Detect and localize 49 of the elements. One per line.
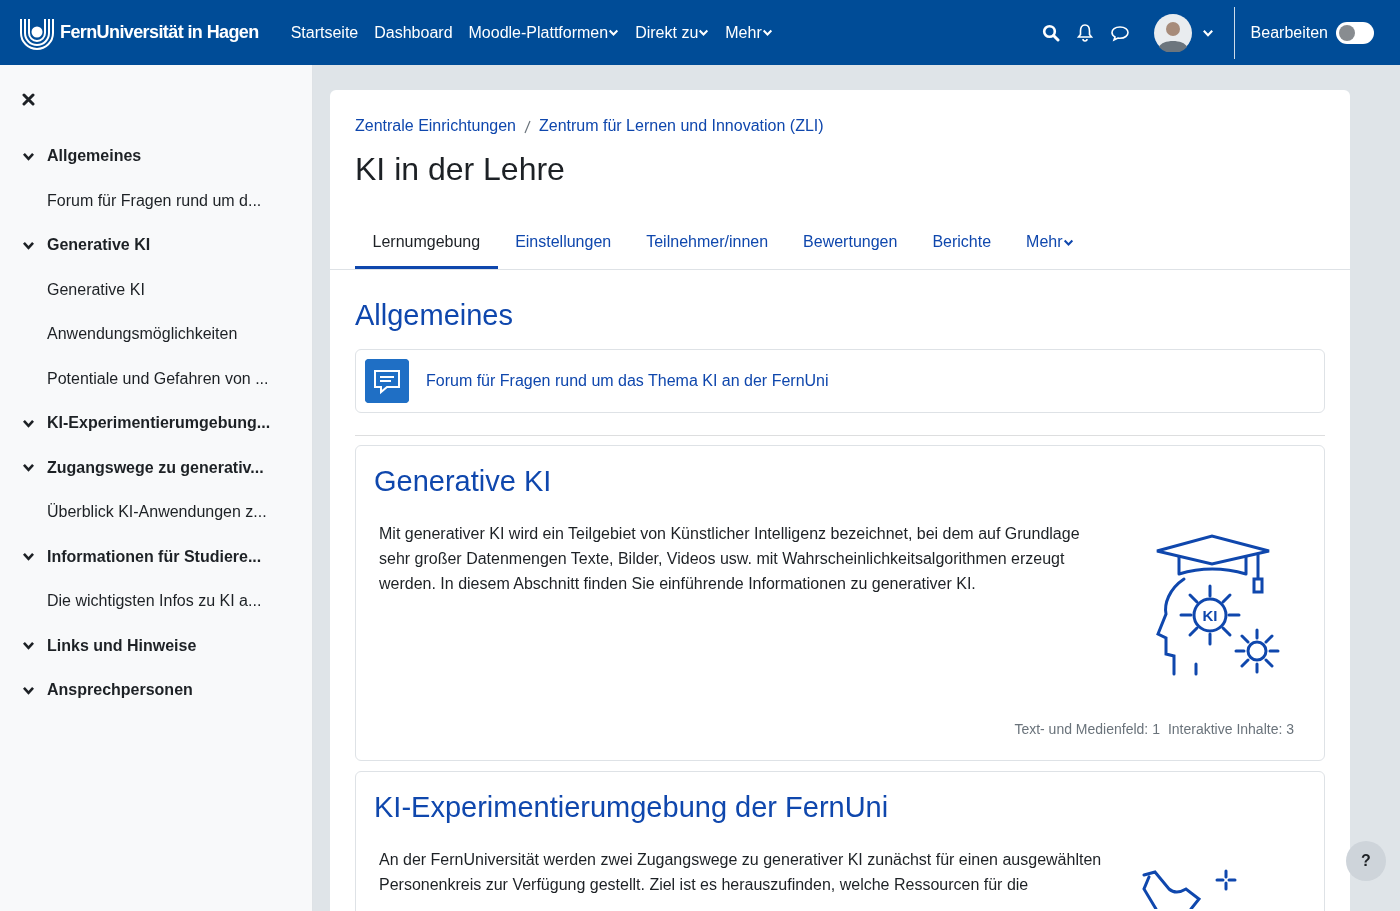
section-title: KI-Experimentierumgebung der FernUni	[374, 790, 890, 825]
tab[interactable]: Einstellungen	[497, 218, 629, 270]
nav-link[interactable]: Direkt zu	[635, 20, 710, 45]
chevron-icon[interactable]	[22, 461, 35, 475]
activity-link[interactable]: Generative KI	[0, 267, 312, 312]
activity-count: Interaktive Inhalte: 3	[1167, 720, 1294, 739]
help-button[interactable]: ?	[1346, 841, 1386, 881]
tab[interactable]: Berichte	[914, 218, 1009, 270]
forum-icon	[365, 359, 409, 404]
breadcrumb-link[interactable]: Zentrum für Lernen und Innovation (ZLI)	[539, 114, 824, 138]
nav-link[interactable]: Mehr	[725, 20, 773, 45]
activity-link[interactable]: Forum für Fragen rund um das Thema KI an der FernUni	[426, 369, 829, 394]
tab[interactable]: Bewertungen	[785, 218, 915, 270]
nav-link[interactable]: Dashboard	[374, 20, 453, 45]
activity-link[interactable]: Die wichtigsten Infos zu KI a...	[0, 579, 312, 624]
activity-link[interactable]: Forum für Fragen rund um d...	[0, 178, 312, 223]
brand-name[interactable]: FernUniversität in Hagen	[60, 19, 259, 46]
chevron-icon[interactable]	[22, 639, 35, 653]
activity-link[interactable]: Überblick KI-Anwendungen z...	[0, 490, 312, 535]
nav-link[interactable]: Startseite	[290, 20, 359, 45]
section-link[interactable]: Zugangswege zu generativ...	[0, 445, 312, 490]
tab[interactable]: Teilnehmer/innen	[628, 218, 786, 270]
activity-link[interactable]: Potentiale und Gefahren von ...	[0, 356, 312, 401]
section-link[interactable]: Links und Hinweise	[0, 623, 312, 668]
section-link[interactable]: Informationen für Studiere...	[0, 534, 312, 579]
bell-icon[interactable]	[1075, 23, 1094, 42]
section-summary: An der FernUniversität werden zwei Zugangswege zu generativer KI zunächst für einen ausgewählten Personenkreis zur Verfügung gestellt. Ziel ist es herauszufinden, welche Ressourcen für die	[378, 849, 1103, 895]
section-link[interactable]: Ansprechpersonen	[0, 668, 312, 713]
section-summary: Mit generativer KI wird ein Teilgebiet von Künstlicher Intelligenz bezeichnet, bei dem auf Grundlage sehr großer Datenmengen Texte, Bilder, Videos usw. mit Wahrscheinlichkeitsalgorithmen erzeugt werden. In diesem Abschnitt finden Sie einführende Informationen zu generativer KI.	[378, 524, 1081, 594]
activity-count: Text- und Medienfeld: 1	[1014, 720, 1160, 739]
chat-icon[interactable]	[1109, 23, 1130, 42]
nav-link[interactable]: Moodle-Plattformen	[468, 20, 620, 45]
page-title: KI in der Lehre	[355, 150, 566, 189]
edit-mode-label: Bearbeiten	[1250, 22, 1328, 43]
tab[interactable]: Lernumgebung	[355, 218, 498, 270]
activity-link[interactable]: Anwendungsmöglichkeiten	[0, 312, 312, 357]
section-title: Generative KI	[374, 464, 553, 499]
close-icon[interactable]	[22, 93, 35, 107]
chevron-icon[interactable]	[22, 550, 35, 564]
section-link[interactable]: Allgemeines	[0, 134, 312, 179]
search-icon[interactable]	[1041, 23, 1060, 42]
section-title: Allgemeines	[355, 298, 514, 334]
illustration-label: KI	[1202, 607, 1218, 624]
section-link[interactable]: Generative KI	[0, 223, 312, 268]
tab[interactable]: Mehr	[1008, 218, 1092, 270]
breadcrumb-link[interactable]: Zentrale Einrichtungen	[355, 114, 516, 138]
edit-mode-toggle[interactable]	[1336, 21, 1374, 44]
section-link[interactable]: KI-Experimentierumgebung...	[0, 401, 312, 446]
avatar[interactable]	[1153, 13, 1192, 52]
